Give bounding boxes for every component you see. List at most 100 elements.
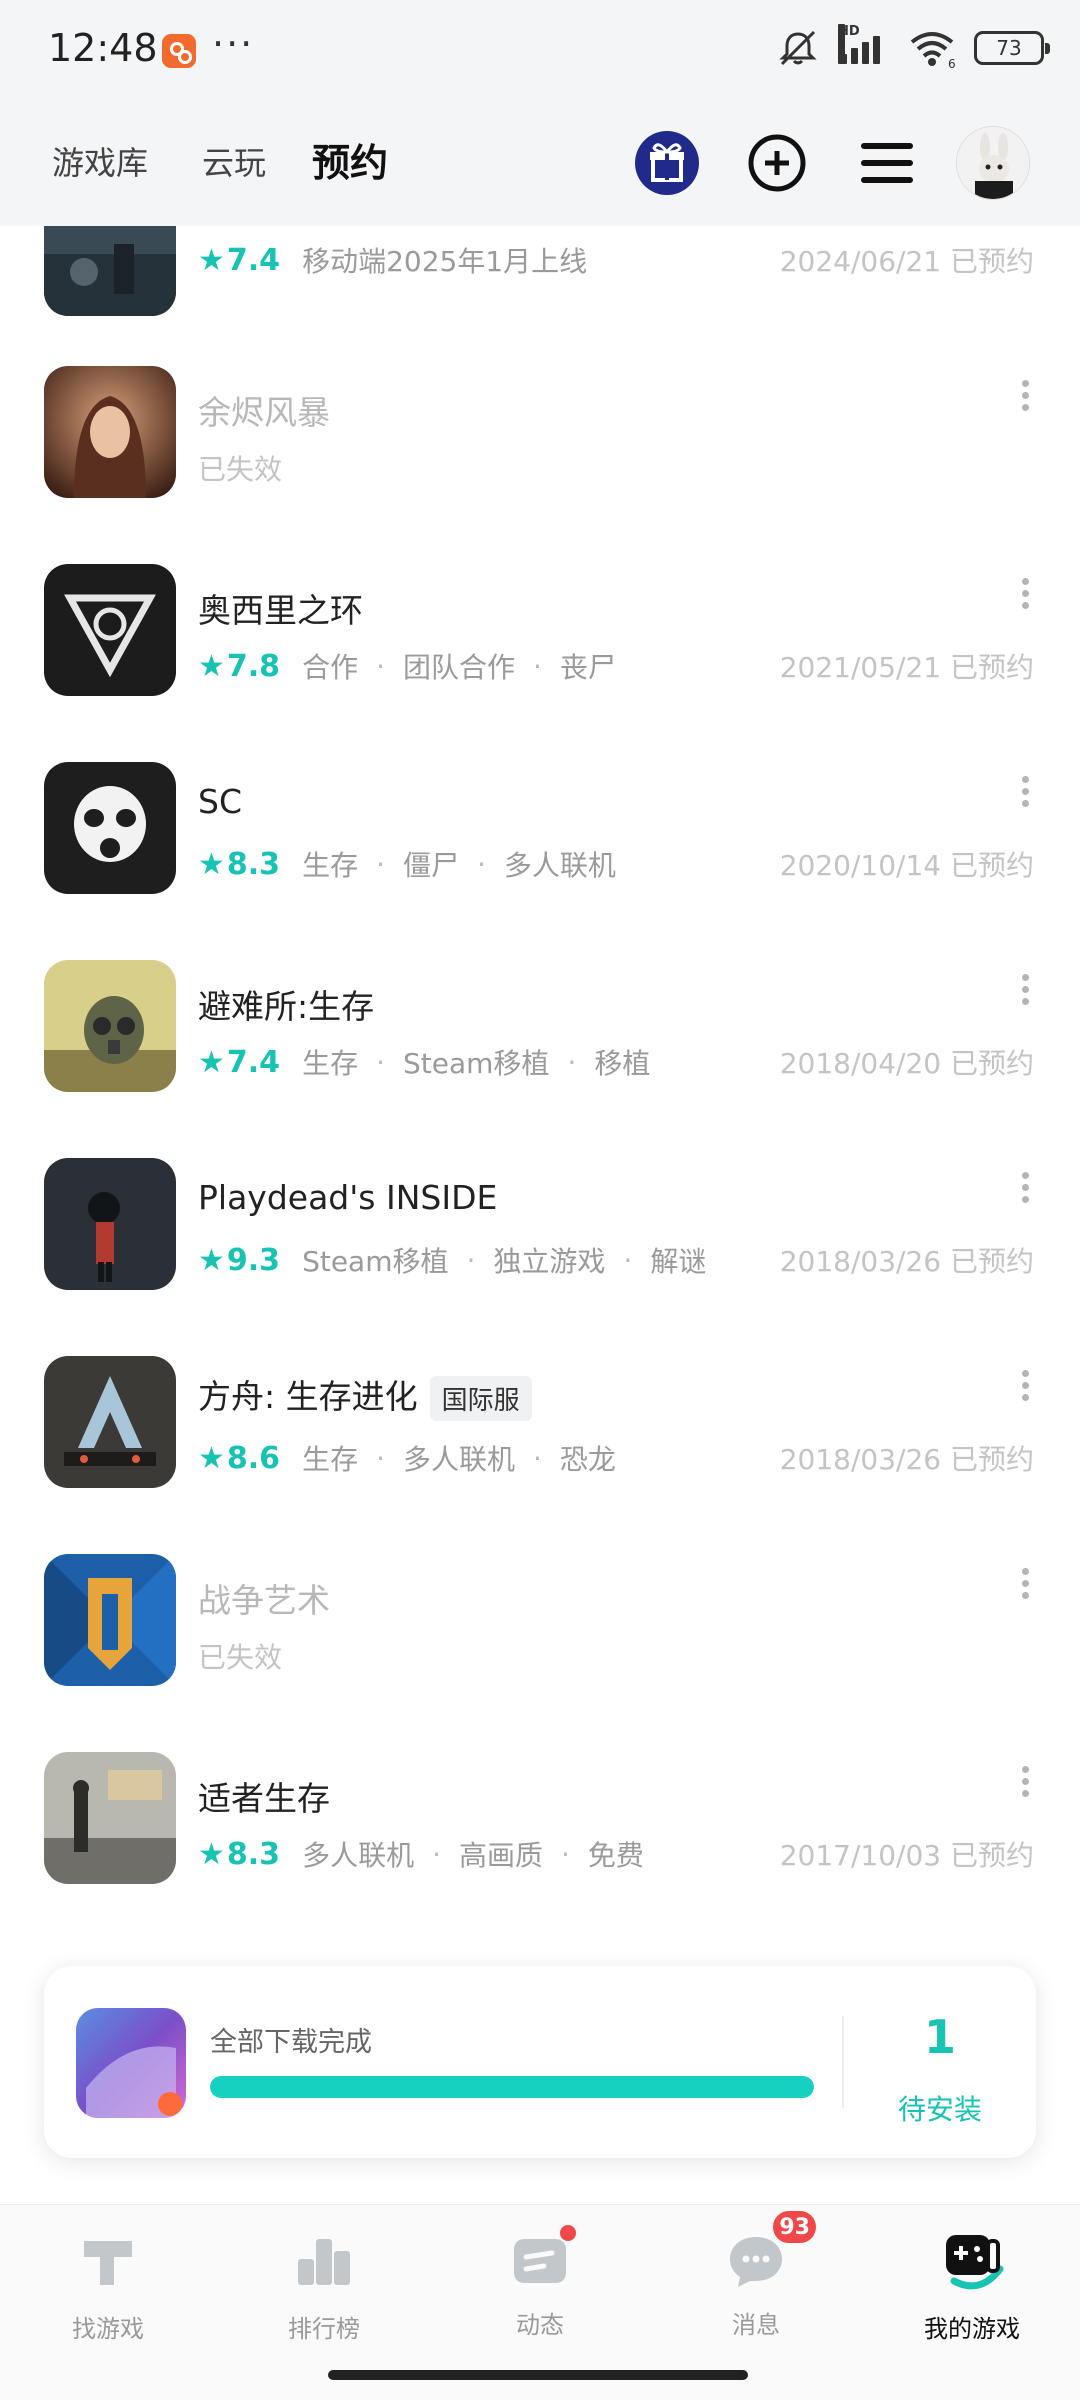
- game-icon[interactable]: [44, 366, 176, 498]
- game-name: SC: [198, 782, 242, 821]
- game-icon[interactable]: [44, 1554, 176, 1686]
- game-meta: ★7.4 移动端2025年1月上线: [198, 240, 587, 280]
- star-icon: ★: [198, 1836, 225, 1872]
- server-badge: 国际服: [429, 1376, 532, 1421]
- game-tag: Steam移植: [402, 1047, 550, 1080]
- download-game-thumbnail: [76, 2008, 186, 2118]
- game-tag: 多人联机: [302, 1839, 415, 1872]
- list-item[interactable]: 方舟: 生存进化 国际服 ★8.6 生存 · 多人联机 · 恐龙 2018/03/26…: [0, 1356, 1080, 1554]
- mute-icon: [779, 30, 817, 66]
- download-progress-bar: [210, 2076, 814, 2098]
- game-meta: ★7.4 生存 · Steam移植 · 移植: [198, 1042, 650, 1082]
- game-tag: 合作: [302, 651, 359, 684]
- tag-separator: ·: [466, 1243, 476, 1277]
- pending-install-label[interactable]: 待安装: [844, 2088, 1036, 2128]
- game-tag: 生存: [302, 1047, 359, 1080]
- game-tag: 移植: [594, 1047, 651, 1080]
- game-meta: ★8.6 生存 · 多人联机 · 恐龙: [198, 1438, 616, 1478]
- more-options-icon[interactable]: [1022, 578, 1030, 610]
- list-item[interactable]: 余烬风暴 已失效: [0, 366, 1080, 564]
- top-nav: 游戏库 云玩 预约: [0, 100, 1080, 226]
- status-bar: 12:48 ··· HD 6 73: [0, 0, 1080, 100]
- gift-icon[interactable]: [634, 130, 700, 196]
- more-options-icon[interactable]: [1022, 1370, 1030, 1402]
- nav-messages[interactable]: 93 消息: [676, 2209, 836, 2340]
- nav-feed[interactable]: 动态: [460, 2223, 620, 2340]
- more-options-icon[interactable]: [1022, 974, 1030, 1006]
- rating: ★7.4: [198, 243, 280, 278]
- home-indicator[interactable]: [328, 2370, 748, 2380]
- game-tag: 丧尸: [559, 651, 616, 684]
- tag-separator: ·: [432, 1837, 441, 1871]
- more-options-icon[interactable]: [1022, 1568, 1030, 1600]
- game-tag: 高画质: [458, 1839, 543, 1872]
- game-icon[interactable]: [44, 1356, 176, 1488]
- reserve-date: 2024/06/21 已预约: [779, 245, 1034, 278]
- game-name: 适者生存: [198, 1779, 330, 1818]
- star-icon: ★: [198, 1440, 225, 1476]
- nav-find-games[interactable]: 找游戏: [28, 2229, 188, 2344]
- rating-value: 7.4: [226, 1044, 281, 1080]
- list-item[interactable]: SC ★8.3 生存 · 僵尸 · 多人联机 2020/10/14 已预约: [0, 762, 1080, 960]
- rating: ★9.3: [198, 1243, 280, 1278]
- nav-my-games[interactable]: 我的游戏: [892, 2229, 1052, 2344]
- game-icon[interactable]: [44, 960, 176, 1092]
- download-status-card[interactable]: 全部下载完成 1 待安装: [44, 1966, 1036, 2158]
- star-icon: ★: [198, 242, 225, 278]
- list-item[interactable]: 战争艺术 已失效: [0, 1554, 1080, 1752]
- avatar[interactable]: [956, 126, 1030, 200]
- star-icon: ★: [198, 1044, 225, 1080]
- tag-separator: ·: [623, 1243, 633, 1277]
- game-name: 方舟: 生存进化 国际服: [198, 1370, 532, 1421]
- game-tag: 移动端2025年1月上线: [302, 245, 588, 278]
- expired-label: 已失效: [198, 453, 283, 486]
- tag-separator: ·: [376, 1045, 385, 1079]
- game-tag: 多人联机: [503, 849, 616, 882]
- rating-value: 8.3: [226, 1836, 281, 1872]
- game-name: Playdead's INSIDE: [198, 1178, 498, 1217]
- game-icon[interactable]: [44, 1752, 176, 1884]
- list-item[interactable]: Playdead's INSIDE ★9.3 Steam移植 · 独立游戏 · 解谜…: [0, 1158, 1080, 1356]
- game-icon[interactable]: [44, 762, 176, 894]
- nav-label: 找游戏: [72, 2315, 144, 2343]
- game-icon[interactable]: [44, 1158, 176, 1290]
- star-icon: ★: [198, 1242, 225, 1278]
- status-time: 12:48: [48, 26, 158, 70]
- game-tag: 独立游戏: [493, 1245, 606, 1278]
- game-tag: 僵尸: [402, 849, 459, 882]
- tag-separator: ·: [376, 1441, 385, 1475]
- download-progress-fill: [210, 2076, 814, 2098]
- tab-game-library[interactable]: 游戏库: [52, 138, 148, 184]
- nav-label: 消息: [732, 2311, 780, 2339]
- reserve-date: 2020/10/14 已预约: [779, 849, 1034, 882]
- tag-separator: ·: [533, 649, 542, 683]
- list-item[interactable]: 适者生存 ★8.3 多人联机 · 高画质 · 免费 2017/10/03 已预约: [0, 1752, 1080, 1926]
- reservation-list: ★7.4 移动端2025年1月上线 2024/06/21 已预约 余烬风暴 已失…: [0, 226, 1080, 1926]
- rating-value: 8.3: [226, 846, 281, 882]
- more-options-icon[interactable]: [1022, 776, 1030, 808]
- menu-icon[interactable]: [854, 130, 920, 196]
- pending-install-count[interactable]: 1: [844, 2010, 1036, 2064]
- game-icon[interactable]: [44, 226, 176, 316]
- star-icon: ★: [198, 648, 225, 684]
- list-item[interactable]: ★7.4 移动端2025年1月上线 2024/06/21 已预约: [0, 226, 1080, 366]
- tab-cloud-play[interactable]: 云玩: [202, 138, 266, 184]
- list-item[interactable]: 避难所:生存 ★7.4 生存 · Steam移植 · 移植 2018/04/20 已…: [0, 960, 1080, 1158]
- game-icon[interactable]: [44, 564, 176, 696]
- more-options-icon[interactable]: [1022, 380, 1030, 412]
- rabbit-avatar-icon: [957, 127, 1029, 199]
- reserve-date: 2017/10/03 已预约: [779, 1839, 1034, 1872]
- more-options-icon[interactable]: [1022, 1172, 1030, 1204]
- add-icon[interactable]: [744, 130, 810, 196]
- tag-separator: ·: [376, 649, 385, 683]
- rating-value: 7.8: [226, 648, 281, 684]
- rating: ★7.8: [198, 649, 280, 684]
- rating: ★8.6: [198, 1441, 280, 1476]
- tab-reservations[interactable]: 预约: [307, 132, 393, 187]
- nav-label: 排行榜: [288, 2315, 360, 2343]
- nav-ranking[interactable]: 排行榜: [244, 2229, 404, 2344]
- game-name: 余烬风暴: [198, 393, 330, 432]
- my-games-icon: [946, 2235, 1004, 2290]
- more-options-icon[interactable]: [1022, 1766, 1030, 1798]
- list-item[interactable]: 奥西里之环 ★7.8 合作 · 团队合作 · 丧尸 2021/05/21 已预约: [0, 564, 1080, 762]
